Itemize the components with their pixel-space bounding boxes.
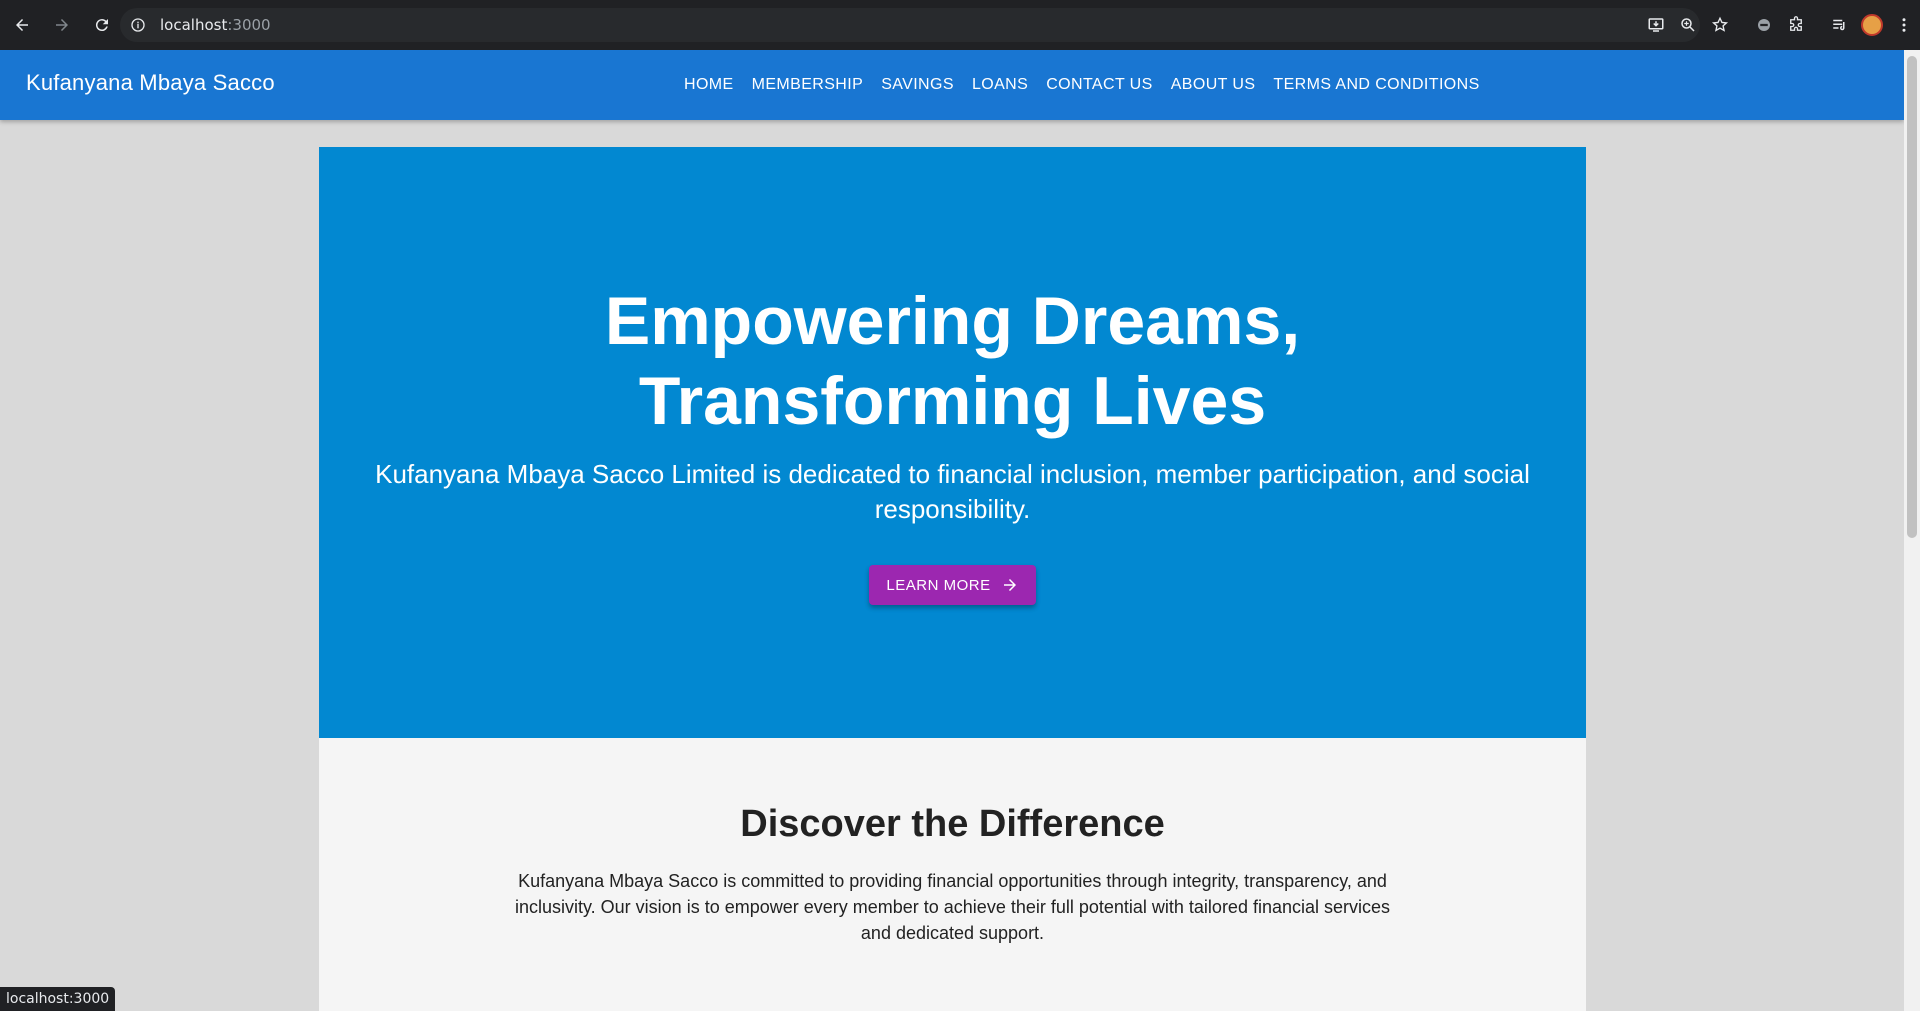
nav-savings[interactable]: SAVINGS bbox=[881, 76, 954, 94]
link-status-bubble: localhost:3000 bbox=[0, 987, 116, 1011]
discover-body: Kufanyana Mbaya Sacco is committed to pr… bbox=[514, 871, 1391, 943]
zoom-icon[interactable] bbox=[1672, 9, 1704, 41]
scrollbar-thumb[interactable] bbox=[1907, 56, 1917, 538]
more-menu-icon[interactable] bbox=[1888, 9, 1920, 41]
hero-title: Empowering Dreams, Transforming Lives bbox=[604, 283, 1301, 439]
arrow-right-icon bbox=[1003, 579, 1016, 591]
extension-icon[interactable] bbox=[1748, 9, 1780, 41]
url-text: localhost:3000 bbox=[160, 16, 271, 34]
hero-subtitle: Kufanyana Mbaya Sacco Limited is dedicat… bbox=[375, 459, 1530, 524]
site-brand[interactable]: Kufanyana Mbaya Sacco bbox=[26, 70, 275, 96]
nav-terms-and-conditions[interactable]: TERMS AND CONDITIONS bbox=[1273, 76, 1479, 94]
discover-section: Discover the Difference Kufanyana Mbaya … bbox=[319, 738, 1586, 1011]
nav-loans[interactable]: LOANS bbox=[972, 76, 1028, 94]
page-scrollbar[interactable] bbox=[1904, 50, 1920, 1011]
learn-more-label: LEARN MORE bbox=[886, 576, 991, 594]
extensions-puzzle-icon[interactable] bbox=[1780, 9, 1812, 41]
app-bar: Kufanyana Mbaya Sacco HOME MEMBERSHIP SA… bbox=[0, 50, 1904, 120]
nav-contact-us[interactable]: CONTACT US bbox=[1046, 76, 1153, 94]
media-queue-icon[interactable] bbox=[1824, 9, 1856, 41]
nav-about-us[interactable]: ABOUT US bbox=[1171, 76, 1256, 94]
nav-membership[interactable]: MEMBERSHIP bbox=[752, 76, 864, 94]
learn-more-button[interactable]: LEARN MORE bbox=[869, 565, 1036, 605]
profile-avatar[interactable] bbox=[1861, 14, 1883, 36]
main-nav: HOME MEMBERSHIP SAVINGS LOANS CONTACT US… bbox=[684, 50, 1498, 120]
address-bar[interactable]: localhost:3000 bbox=[120, 8, 1700, 42]
forward-icon[interactable] bbox=[44, 7, 80, 43]
install-app-icon[interactable] bbox=[1640, 9, 1672, 41]
page-viewport: Kufanyana Mbaya Sacco HOME MEMBERSHIP SA… bbox=[0, 50, 1904, 1011]
reload-icon[interactable] bbox=[84, 7, 120, 43]
hero-section: Empowering Dreams, Transforming Lives Ku… bbox=[319, 147, 1586, 738]
back-icon[interactable] bbox=[4, 7, 40, 43]
bookmark-star-icon[interactable] bbox=[1704, 9, 1736, 41]
browser-toolbar: localhost:3000 bbox=[0, 0, 1920, 50]
discover-title: Discover the Difference bbox=[740, 803, 1165, 845]
nav-home[interactable]: HOME bbox=[684, 76, 734, 94]
site-info-icon[interactable] bbox=[130, 17, 146, 33]
